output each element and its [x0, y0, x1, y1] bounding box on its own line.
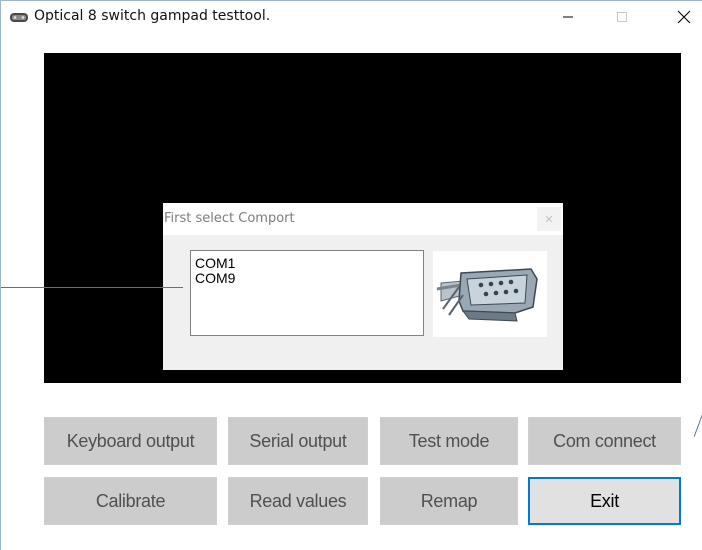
minimize-button[interactable] — [545, 1, 591, 33]
remap-button[interactable]: Remap — [380, 477, 518, 525]
close-icon — [677, 10, 691, 24]
minimize-icon — [563, 16, 573, 18]
maximize-icon — [617, 12, 627, 22]
app-window: Optical 8 switch gampad testtool. First … — [0, 0, 702, 550]
comport-dialog: First select Comport COM1 COM9 — [163, 203, 563, 370]
test-mode-button[interactable]: Test mode — [380, 417, 518, 465]
exit-button[interactable]: Exit — [528, 477, 681, 525]
com-connect-button[interactable]: Com connect — [528, 417, 681, 465]
comport-listbox[interactable]: COM1 COM9 — [190, 250, 424, 336]
close-button[interactable] — [661, 1, 702, 33]
dialog-title: First select Comport — [164, 211, 295, 226]
title-bar[interactable]: Optical 8 switch gampad testtool. — [1, 1, 702, 33]
comport-item[interactable]: COM1 — [195, 256, 423, 271]
read-values-button[interactable]: Read values — [228, 477, 368, 525]
pointer-line — [694, 414, 702, 438]
window-title: Optical 8 switch gampad testtool. — [34, 8, 271, 24]
dialog-close-button[interactable] — [537, 207, 561, 231]
keyboard-output-button[interactable]: Keyboard output — [44, 417, 217, 465]
maximize-button — [599, 1, 645, 33]
serial-output-button[interactable]: Serial output — [228, 417, 368, 465]
gamepad-icon — [9, 8, 29, 26]
pointer-line — [1, 287, 183, 288]
comport-item[interactable]: COM9 — [195, 271, 423, 286]
serial-connector-icon — [433, 251, 547, 337]
calibrate-button[interactable]: Calibrate — [44, 477, 217, 525]
close-icon — [545, 215, 553, 223]
dialog-title-bar[interactable]: First select Comport — [163, 203, 563, 235]
